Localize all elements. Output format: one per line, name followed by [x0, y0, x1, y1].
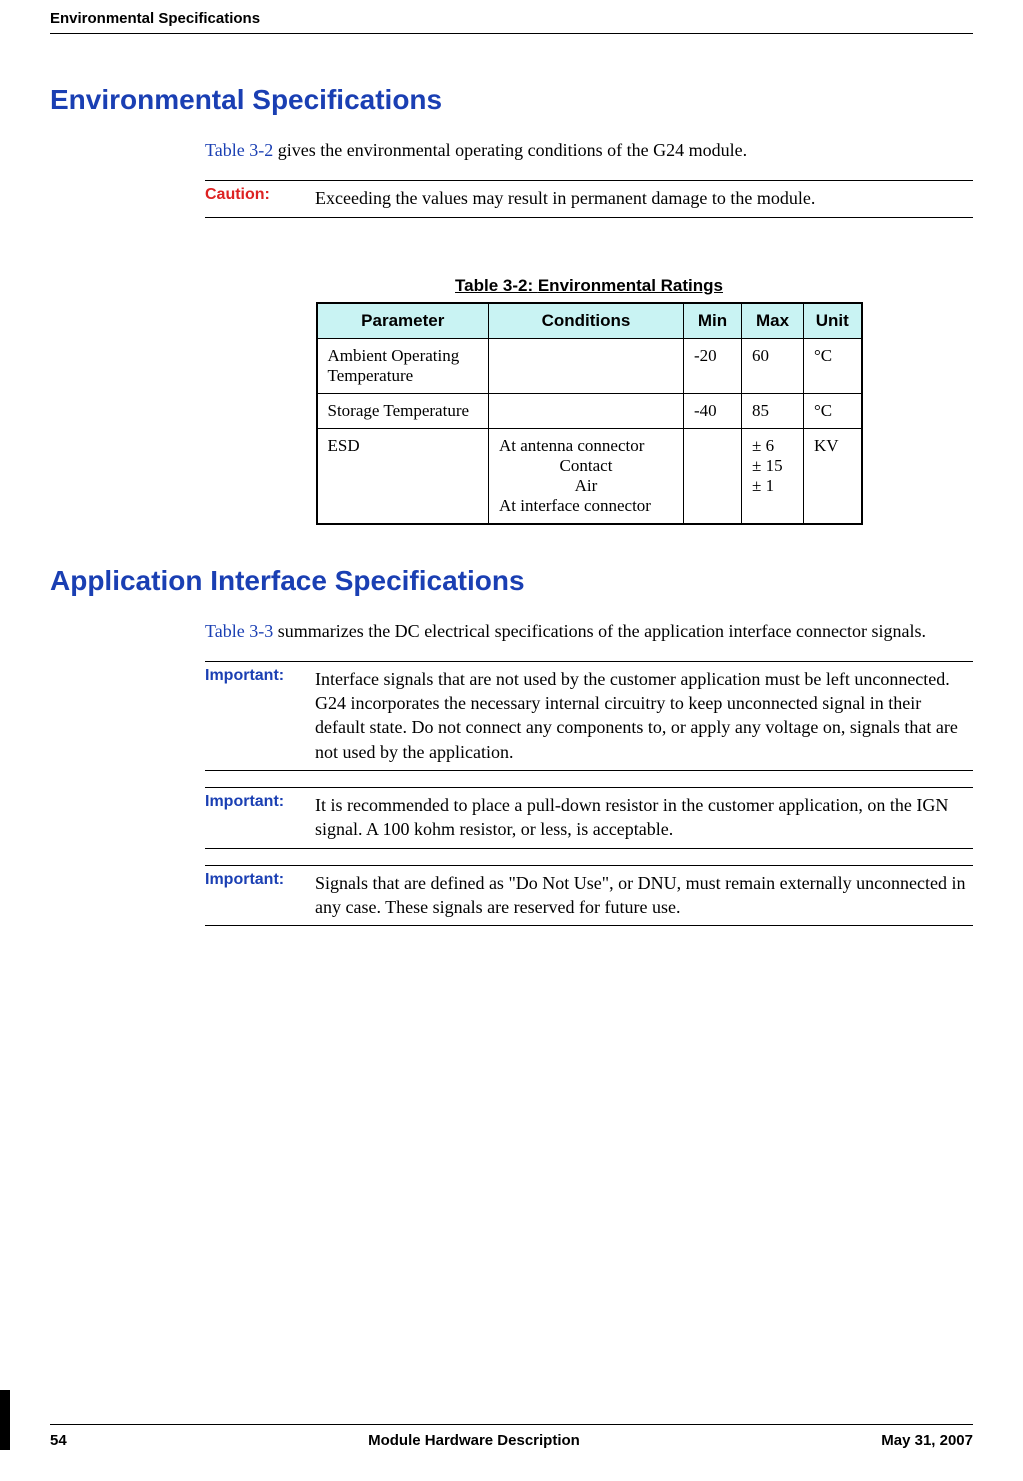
table-3-2: Table 3-2: Environmental Ratings Paramet… — [205, 276, 973, 525]
table-3-2-link[interactable]: Table 3-2 — [205, 140, 273, 160]
caution-text: Exceeding the values may result in perma… — [315, 186, 815, 210]
esd-max-iface: ± 1 — [752, 476, 793, 496]
table-caption-title: Environmental Ratings — [538, 276, 723, 295]
section1-intro-rest: gives the environmental operating condit… — [273, 140, 747, 160]
esd-cond-contact: Contact — [499, 456, 673, 476]
footer-title: Module Hardware Description — [368, 1432, 580, 1449]
important-notice-3: Important: Signals that are defined as "… — [205, 865, 973, 927]
important-label: Important: — [205, 793, 301, 811]
footer-date: May 31, 2007 — [881, 1432, 973, 1449]
important-text: Signals that are defined as "Do Not Use"… — [315, 871, 973, 920]
important-label: Important: — [205, 667, 301, 685]
caution-notice: Caution: Exceeding the values may result… — [205, 180, 973, 217]
cell-parameter: Storage Temperature — [317, 393, 489, 428]
running-header: Environmental Specifications — [50, 10, 973, 34]
important-text: It is recommended to place a pull-down r… — [315, 793, 973, 842]
important-label: Important: — [205, 871, 301, 889]
esd-max-air: ± 15 — [752, 456, 793, 476]
cell-max: 60 — [742, 338, 804, 393]
table-row: Ambient Operating Temperature -20 60 °C — [317, 338, 862, 393]
cell-min — [684, 428, 742, 524]
esd-cond-air: Air — [499, 476, 673, 496]
cell-conditions — [489, 393, 684, 428]
section-heading-environmental: Environmental Specifications — [50, 84, 973, 116]
table-3-3-link[interactable]: Table 3-3 — [205, 621, 273, 641]
cell-min: -40 — [684, 393, 742, 428]
section-heading-application-interface: Application Interface Specifications — [50, 565, 973, 597]
important-notice-1: Important: Interface signals that are no… — [205, 661, 973, 771]
page-number: 54 — [50, 1432, 67, 1449]
th-max: Max — [742, 303, 804, 339]
esd-max-contact: ± 6 — [752, 436, 793, 456]
table-3-2-caption: Table 3-2: Environmental Ratings — [455, 276, 723, 296]
table-row-esd: ESD At antenna connector Contact Air At … — [317, 428, 862, 524]
cell-conditions — [489, 338, 684, 393]
cell-parameter: ESD — [317, 428, 489, 524]
cell-max: 85 — [742, 393, 804, 428]
section2-intro-rest: summarizes the DC electrical specificati… — [273, 621, 926, 641]
th-unit: Unit — [804, 303, 862, 339]
important-text: Interface signals that are not used by t… — [315, 667, 973, 764]
page-footer: 54 Module Hardware Description May 31, 2… — [50, 1424, 973, 1449]
environmental-ratings-table: Parameter Conditions Min Max Unit Ambien… — [316, 302, 863, 525]
th-min: Min — [684, 303, 742, 339]
esd-cond-antenna: At antenna connector — [499, 436, 673, 456]
important-notice-2: Important: It is recommended to place a … — [205, 787, 973, 849]
cell-max: ± 6 ± 15 ± 1 — [742, 428, 804, 524]
table-row: Storage Temperature -40 85 °C — [317, 393, 862, 428]
cell-conditions: At antenna connector Contact Air At inte… — [489, 428, 684, 524]
cell-unit: KV — [804, 428, 862, 524]
page-edge-tab — [0, 1390, 10, 1450]
th-conditions: Conditions — [489, 303, 684, 339]
caution-label: Caution: — [205, 186, 301, 204]
cell-min: -20 — [684, 338, 742, 393]
table-caption-prefix: Table 3-2: — [455, 276, 538, 295]
th-parameter: Parameter — [317, 303, 489, 339]
cell-unit: °C — [804, 338, 862, 393]
table-header-row: Parameter Conditions Min Max Unit — [317, 303, 862, 339]
esd-cond-interface: At interface connector — [499, 496, 673, 516]
section2-intro: Table 3-3 summarizes the DC electrical s… — [205, 619, 973, 643]
cell-unit: °C — [804, 393, 862, 428]
cell-parameter: Ambient Operating Temperature — [317, 338, 489, 393]
section1-intro: Table 3-2 gives the environmental operat… — [205, 138, 973, 162]
